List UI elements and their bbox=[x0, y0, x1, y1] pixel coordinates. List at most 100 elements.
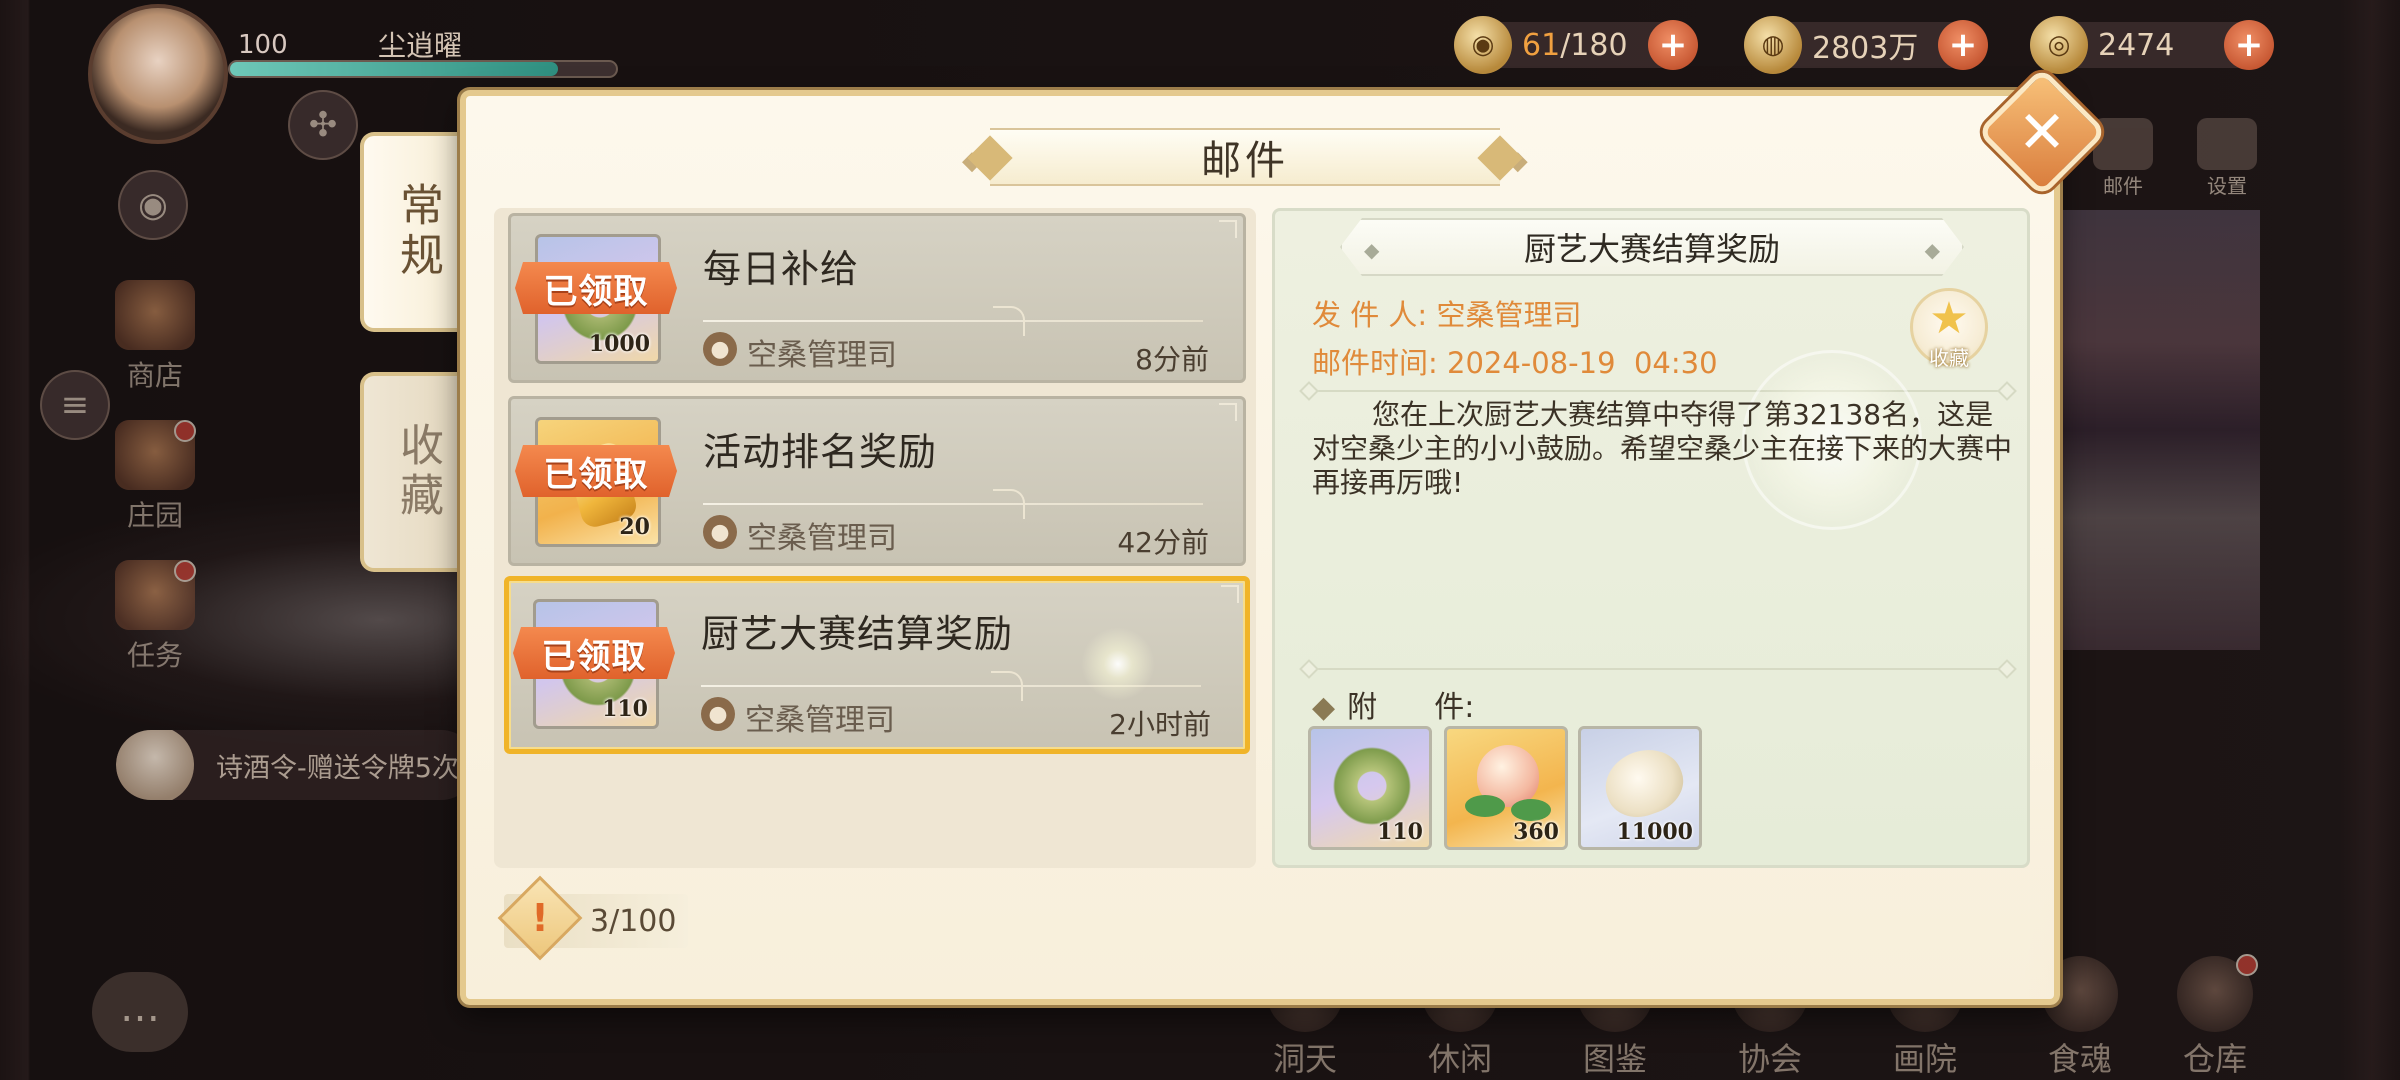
corner-ornament bbox=[1219, 220, 1237, 238]
corner-ornament bbox=[1221, 585, 1239, 603]
mail-body: 您在上次厨艺大赛结算中夺得了第32138名，这是对空桑少主的小小鼓励。希望空桑少… bbox=[1312, 398, 2013, 499]
nav-warehouse[interactable]: 仓库 bbox=[2150, 950, 2280, 1080]
mail-sender: 空桑管理司 bbox=[747, 338, 897, 373]
xp-bar bbox=[228, 60, 618, 78]
separator bbox=[1308, 668, 2008, 670]
title-ornament: ◆ bbox=[1924, 238, 1940, 262]
jade-amount: 2474 bbox=[2098, 27, 2175, 63]
eye-icon[interactable]: ◉ bbox=[118, 170, 188, 240]
mail-sender: 空桑管理司 bbox=[747, 521, 897, 556]
side-btn-shop[interactable]: 商店 bbox=[100, 280, 210, 392]
detail-time: 2024-08-19 04:30 bbox=[1447, 346, 1718, 380]
reward-qty: 1000 bbox=[588, 331, 650, 357]
detail-title-text: 厨艺大赛结算奖励 bbox=[1523, 230, 1780, 268]
jade-icon: ◎ bbox=[2030, 16, 2088, 74]
add-copper-button[interactable]: + bbox=[1938, 20, 1988, 70]
add-stamina-button[interactable]: + bbox=[1648, 20, 1698, 70]
side-btn-label: 任务 bbox=[126, 639, 183, 672]
favorite-button[interactable]: ★ 收藏 bbox=[1910, 288, 1988, 370]
side-btn-tasks[interactable]: 任务 bbox=[100, 560, 210, 672]
sender-label: 发 件 人: bbox=[1312, 298, 1428, 332]
gear-icon bbox=[2197, 118, 2257, 170]
user-icon: ● bbox=[703, 332, 737, 366]
shell-icon bbox=[1596, 739, 1692, 827]
mail-time: 42分前 bbox=[1117, 526, 1209, 559]
stamina-max: /180 bbox=[1560, 27, 1628, 63]
title-ornament: ◆ bbox=[1364, 238, 1380, 262]
nav-label: 洞天 bbox=[1272, 1040, 1337, 1078]
mail-time: 2小时前 bbox=[1109, 708, 1211, 741]
mail-subject: 厨艺大赛结算奖励 bbox=[701, 612, 1014, 656]
star-icon: ★ bbox=[1929, 293, 1969, 344]
nav-label: 休闲 bbox=[1427, 1040, 1492, 1078]
player-level: 100 bbox=[238, 30, 288, 60]
jade-ring-icon bbox=[1333, 747, 1411, 825]
chat-button[interactable]: … bbox=[92, 972, 188, 1052]
favorite-label: 收藏 bbox=[1929, 346, 1969, 370]
mail-sender: 空桑管理司 bbox=[745, 703, 895, 738]
settings-shortcut-label: 设置 bbox=[2207, 174, 2247, 198]
divider bbox=[703, 306, 1203, 336]
tab-favorites[interactable]: 收藏 bbox=[360, 372, 470, 572]
warning-glyph: ! bbox=[531, 896, 549, 940]
mail-subject: 每日补给 bbox=[703, 247, 860, 291]
dialog-title: 邮件 bbox=[990, 128, 1500, 186]
nav-label: 画院 bbox=[1892, 1040, 1957, 1078]
mail-time: 8分前 bbox=[1135, 343, 1209, 376]
mail-item-event-ranking[interactable]: 20 已领取 活动排名奖励 ● 空桑管理司 42分前 bbox=[508, 396, 1246, 566]
swirl-icon[interactable]: ✣ bbox=[288, 90, 358, 160]
nav-label: 图鉴 bbox=[1582, 1040, 1647, 1078]
side-btn-label: 庄园 bbox=[126, 499, 183, 532]
diamond-icon: ◆ bbox=[1312, 690, 1336, 725]
side-btn-manor[interactable]: 庄园 bbox=[100, 420, 210, 532]
side-btn-label: 商店 bbox=[126, 359, 183, 392]
add-jade-button[interactable]: + bbox=[2224, 20, 2274, 70]
stamina-current: 61 bbox=[1522, 27, 1561, 63]
capacity-count: 3/100 bbox=[590, 903, 677, 939]
jade-resource: ◎ 2474 + bbox=[2030, 16, 2274, 74]
ticker-text: 诗酒令-赠送令牌5次 bbox=[216, 752, 459, 784]
attachment-shell[interactable]: 11000 bbox=[1578, 726, 1702, 850]
bowl-icon: ◉ bbox=[1454, 16, 1512, 74]
copper-amount: 2803万 bbox=[1812, 31, 1919, 66]
time-row: 邮件时间: 2024-08-19 04:30 bbox=[1312, 340, 1718, 382]
attachment-qty: 11000 bbox=[1616, 819, 1693, 845]
nav-label: 仓库 bbox=[2182, 1040, 2247, 1078]
sender-row: 发 件 人: 空桑管理司 bbox=[1312, 292, 1581, 334]
attachments-label-text: 附 件: bbox=[1347, 690, 1475, 725]
mail-subject: 活动排名奖励 bbox=[703, 430, 938, 474]
notification-dot bbox=[174, 420, 196, 442]
notification-dot bbox=[174, 560, 196, 582]
claimed-badge: 已领取 bbox=[515, 445, 677, 497]
corner-ornament bbox=[1219, 403, 1237, 421]
nav-label: 协会 bbox=[1737, 1040, 1802, 1078]
mail-icon bbox=[2093, 118, 2153, 170]
xp-fill bbox=[230, 62, 559, 76]
nav-label: 食魂 bbox=[2047, 1040, 2112, 1078]
notification-dot bbox=[2236, 954, 2258, 976]
event-ticker[interactable]: 诗酒令-赠送令牌5次 bbox=[116, 730, 476, 800]
attachment-jade-ring[interactable]: 110 bbox=[1308, 726, 1432, 850]
settings-shortcut[interactable]: 设置 bbox=[2182, 118, 2272, 198]
claimed-badge: 已领取 bbox=[515, 262, 677, 314]
player-avatar[interactable] bbox=[88, 4, 228, 144]
mail-shortcut-label: 邮件 bbox=[2103, 174, 2143, 198]
mail-item-daily-supply[interactable]: 1000 已领取 每日补给 ● 空桑管理司 8分前 bbox=[508, 213, 1246, 383]
coin-icon: ◍ bbox=[1744, 16, 1802, 74]
stamina-resource: ◉ 61/180 + bbox=[1454, 16, 1698, 74]
mail-capacity: ! 3/100 bbox=[497, 875, 688, 961]
reward-qty: 110 bbox=[602, 696, 648, 722]
attachment-qty: 110 bbox=[1377, 819, 1423, 845]
copper-resource: ◍ 2803万 + bbox=[1744, 16, 1988, 74]
attachment-qty: 360 bbox=[1513, 819, 1559, 845]
detail-title: ◆ 厨艺大赛结算奖励 ◆ bbox=[1340, 218, 1964, 276]
leaf-decoration bbox=[1465, 795, 1505, 817]
attachment-peach[interactable]: 360 bbox=[1444, 726, 1568, 850]
user-icon: ● bbox=[703, 515, 737, 549]
close-icon: ✕ bbox=[2017, 98, 2067, 166]
sparkle-effect bbox=[1078, 624, 1158, 704]
tab-general[interactable]: 常规 bbox=[360, 132, 470, 332]
reward-qty: 20 bbox=[619, 514, 650, 540]
leaf-decoration bbox=[1511, 799, 1551, 821]
player-name: 尘逍曜 bbox=[378, 29, 463, 62]
